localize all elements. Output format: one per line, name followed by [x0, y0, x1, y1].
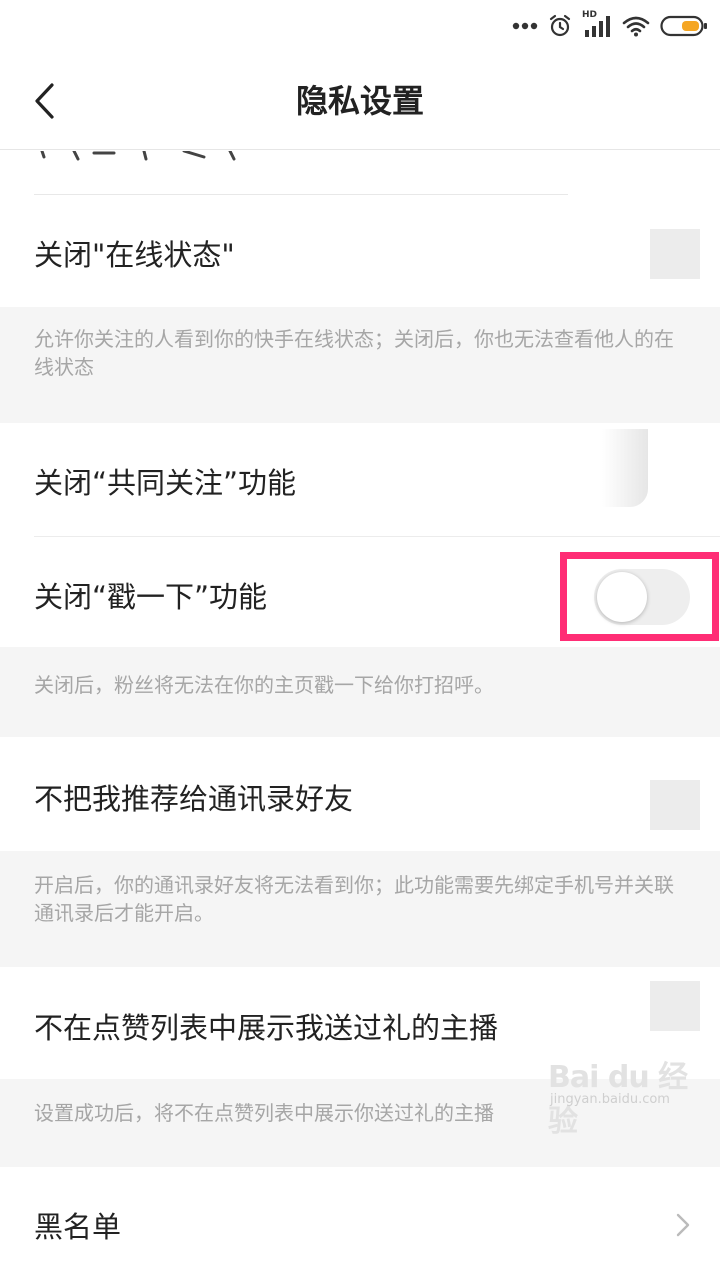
poke-toggle-highlight	[560, 552, 719, 641]
contacts-recommend-description-block: 开启后，你的通讯录好友将无法看到你；此功能需要先绑定手机号并关联通讯录后才能开启…	[0, 851, 720, 967]
more-dots-icon	[512, 22, 538, 30]
watermark-sub: jingyan.baidu.com	[550, 1092, 670, 1107]
partial-row-scrolled	[0, 151, 720, 194]
scrolled-text-fragment	[40, 151, 236, 161]
nav-divider	[0, 149, 720, 150]
nav-bar: 隐私设置	[0, 52, 720, 150]
online-status-description: 允许你关注的人看到你的快手在线状态；关闭后，你也无法查看他人的在线状态	[34, 327, 674, 379]
gift-hide-label: 不在点赞列表中展示我送过礼的主播	[34, 1011, 499, 1045]
status-bar: HD	[0, 0, 720, 52]
toggle-knob	[597, 572, 647, 622]
contacts-recommend-description: 开启后，你的通讯录好友将无法看到你；此功能需要先绑定手机号并关联通讯录后才能开启…	[34, 873, 674, 925]
contacts-recommend-label: 不把我推荐给通讯录好友	[34, 782, 354, 816]
online-status-description-block: 允许你关注的人看到你的快手在线状态；关闭后，你也无法查看他人的在线状态	[0, 307, 720, 423]
poke-toggle[interactable]	[594, 569, 690, 625]
poke-description: 关闭后，粉丝将无法在你的主页戳一下给你打招呼。	[34, 673, 494, 697]
common-follow-toggle[interactable]	[602, 429, 648, 507]
common-follow-label: 关闭“共同关注”功能	[34, 466, 297, 500]
alarm-icon	[549, 14, 571, 37]
page-title: 隐私设置	[295, 82, 424, 120]
blacklist-label: 黑名单	[34, 1210, 122, 1244]
wifi-icon	[622, 16, 650, 37]
online-status-toggle[interactable]	[650, 229, 700, 279]
poke-description-block: 关闭后，粉丝将无法在你的主页戳一下给你打招呼。	[0, 647, 720, 737]
gift-hide-toggle[interactable]	[650, 981, 700, 1031]
blacklist-row[interactable]: 黑名单	[0, 1167, 720, 1280]
hd-signal-icon: HD	[582, 10, 612, 38]
online-status-row[interactable]: 关闭"在线状态"	[0, 195, 720, 307]
contacts-recommend-toggle[interactable]	[650, 780, 700, 830]
online-status-label: 关闭"在线状态"	[34, 238, 235, 272]
common-follow-row[interactable]: 关闭“共同关注”功能	[0, 423, 720, 537]
status-icons: HD	[512, 10, 708, 42]
poke-label: 关闭“戳一下”功能	[34, 580, 268, 614]
battery-icon	[660, 15, 707, 37]
baidu-watermark: Bai du 经验 jingyan.baidu.com	[548, 1052, 688, 1139]
chevron-right-icon	[676, 1213, 690, 1237]
contacts-recommend-row[interactable]: 不把我推荐给通讯录好友	[0, 737, 720, 851]
